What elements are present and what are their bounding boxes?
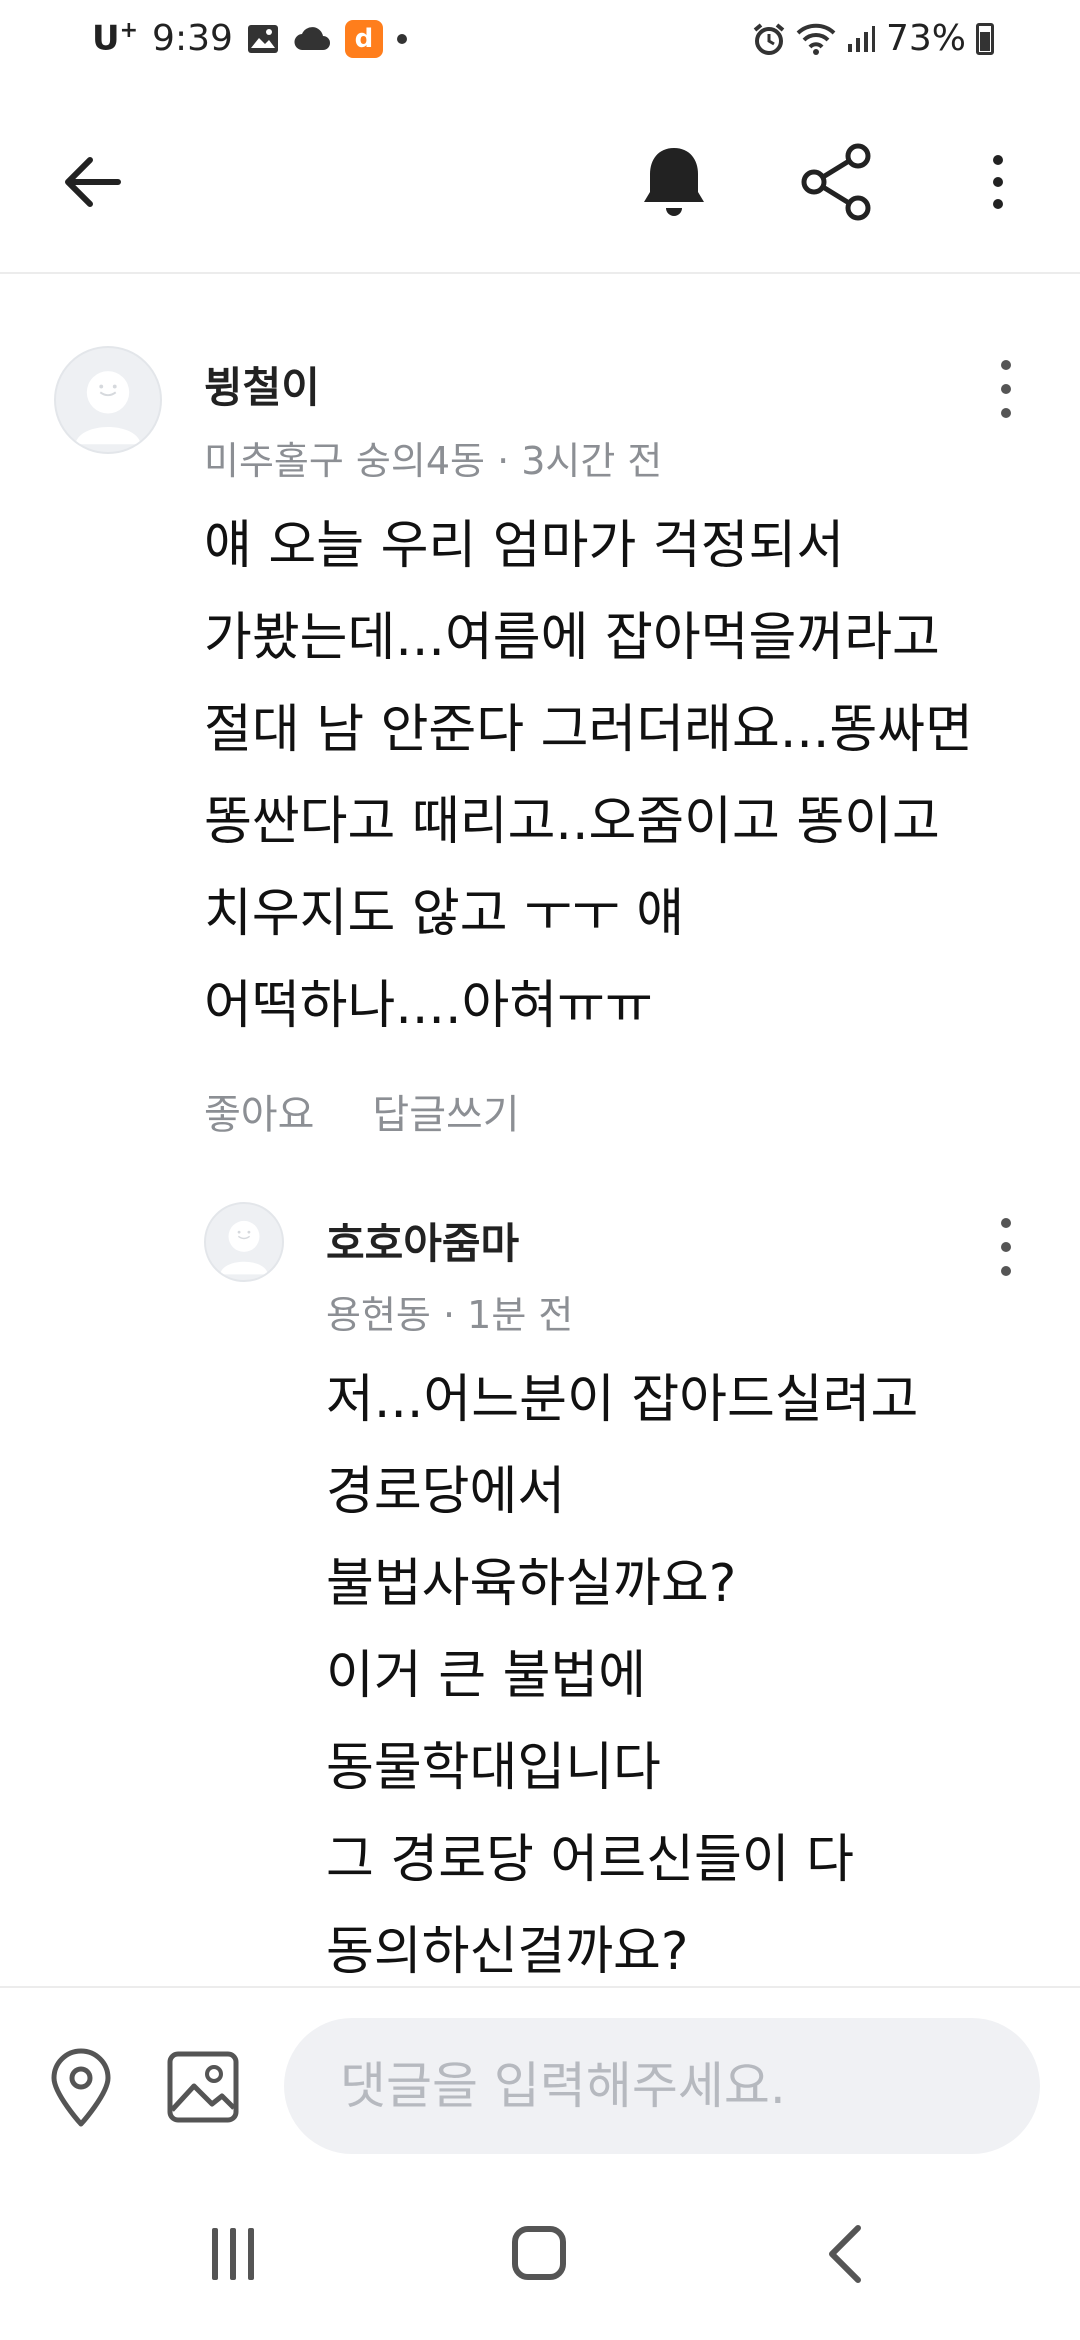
- cloud-icon: [294, 26, 330, 50]
- gallery-icon: [247, 24, 278, 53]
- comment-line: 경로당에서: [326, 1462, 566, 1522]
- default-profile-icon: [220, 1220, 268, 1275]
- more-vertical-icon[interactable]: [968, 142, 1028, 222]
- comment-line: 이거 큰 불법에: [326, 1646, 647, 1706]
- signal-icon: [847, 25, 875, 52]
- share-icon[interactable]: [798, 142, 878, 222]
- comment-input[interactable]: [284, 2018, 1040, 2154]
- comment-line: 그 경로당 어르신들이 다: [326, 1830, 854, 1890]
- comment-more-icon[interactable]: [986, 356, 1026, 430]
- comment-meta: 용현동 · 1분 전: [326, 1284, 573, 1339]
- image-attach-icon[interactable]: [166, 2050, 240, 2124]
- home-icon[interactable]: [512, 2226, 566, 2280]
- reply-button[interactable]: 답글쓰기: [372, 1082, 519, 1140]
- comment-line: 동물학대입니다: [326, 1738, 661, 1798]
- avatar[interactable]: [204, 1202, 284, 1282]
- dot-icon: [396, 33, 407, 44]
- system-nav-bar: [0, 2182, 1080, 2340]
- comment-location: 미추홀구 숭의4동: [204, 439, 485, 483]
- comment-meta: 미추홀구 숭의4동 · 3시간 전: [204, 430, 662, 485]
- comment-line: 얘 오늘 우리 엄마가 걱정되서: [204, 516, 845, 576]
- comment-author[interactable]: 호호아줌마: [326, 1210, 519, 1271]
- bell-icon[interactable]: [638, 142, 710, 222]
- recent-apps-icon[interactable]: [212, 2228, 264, 2280]
- status-bar-right: 73%: [752, 18, 994, 59]
- carrier-label: U+: [92, 18, 139, 59]
- comment-input-bar: [0, 1986, 1080, 2184]
- comment-line: 저...어느분이 잡아드실려고: [326, 1370, 919, 1430]
- comment-time: 3시간 전: [521, 439, 663, 483]
- battery-percent: 73%: [885, 18, 966, 59]
- app-bar: [0, 86, 1080, 274]
- comment-body: 얘 오늘 우리 엄마가 걱정되서 가봤는데...여름에 잡아먹을꺼라고 절대 남…: [204, 500, 973, 1052]
- comment-line: 동의하신걸까요?: [326, 1922, 689, 1982]
- comment-line: 치우지도 않고 ㅜㅜ 얘: [204, 884, 685, 944]
- location-pin-icon[interactable]: [48, 2048, 114, 2128]
- back-arrow-icon[interactable]: [56, 146, 128, 218]
- comment-body: 저...어느분이 잡아드실려고 경로당에서 불법사육하실까요? 이거 큰 불법에…: [326, 1354, 918, 1998]
- comment-line: 불법사육하실까요?: [326, 1554, 737, 1614]
- comment-line: 어떡하나....아혀ㅠㅠ: [204, 976, 653, 1036]
- default-profile-icon: [75, 371, 141, 445]
- wifi-icon: [796, 23, 836, 55]
- comment-line: 똥싼다고 때리고..오줌이고 똥이고: [204, 792, 940, 852]
- comment-line: 가봤는데...여름에 잡아먹을꺼라고: [204, 608, 940, 668]
- meta-separator: ·: [430, 1293, 468, 1337]
- status-bar-left: U+ 9:39 d: [92, 18, 407, 59]
- alarm-icon: [753, 22, 785, 55]
- comment-location: 용현동: [326, 1293, 431, 1337]
- comment-line: 절대 남 안준다 그러더래요...똥싸면: [204, 700, 973, 760]
- meta-separator: ·: [484, 439, 522, 483]
- clock: 9:39: [152, 18, 233, 59]
- app-notification-icon: d: [344, 19, 383, 58]
- avatar[interactable]: [54, 346, 162, 454]
- comment-more-icon[interactable]: [986, 1214, 1026, 1288]
- comment-time: 1분 전: [467, 1293, 574, 1337]
- battery-icon: [976, 22, 994, 55]
- status-bar: U+ 9:39 d 73%: [0, 0, 1080, 86]
- comment-author[interactable]: 뷩철이: [204, 354, 320, 415]
- nav-back-icon[interactable]: [820, 2222, 870, 2286]
- comment-actions: 좋아요 답글쓰기: [204, 1082, 520, 1140]
- like-button[interactable]: 좋아요: [204, 1082, 314, 1140]
